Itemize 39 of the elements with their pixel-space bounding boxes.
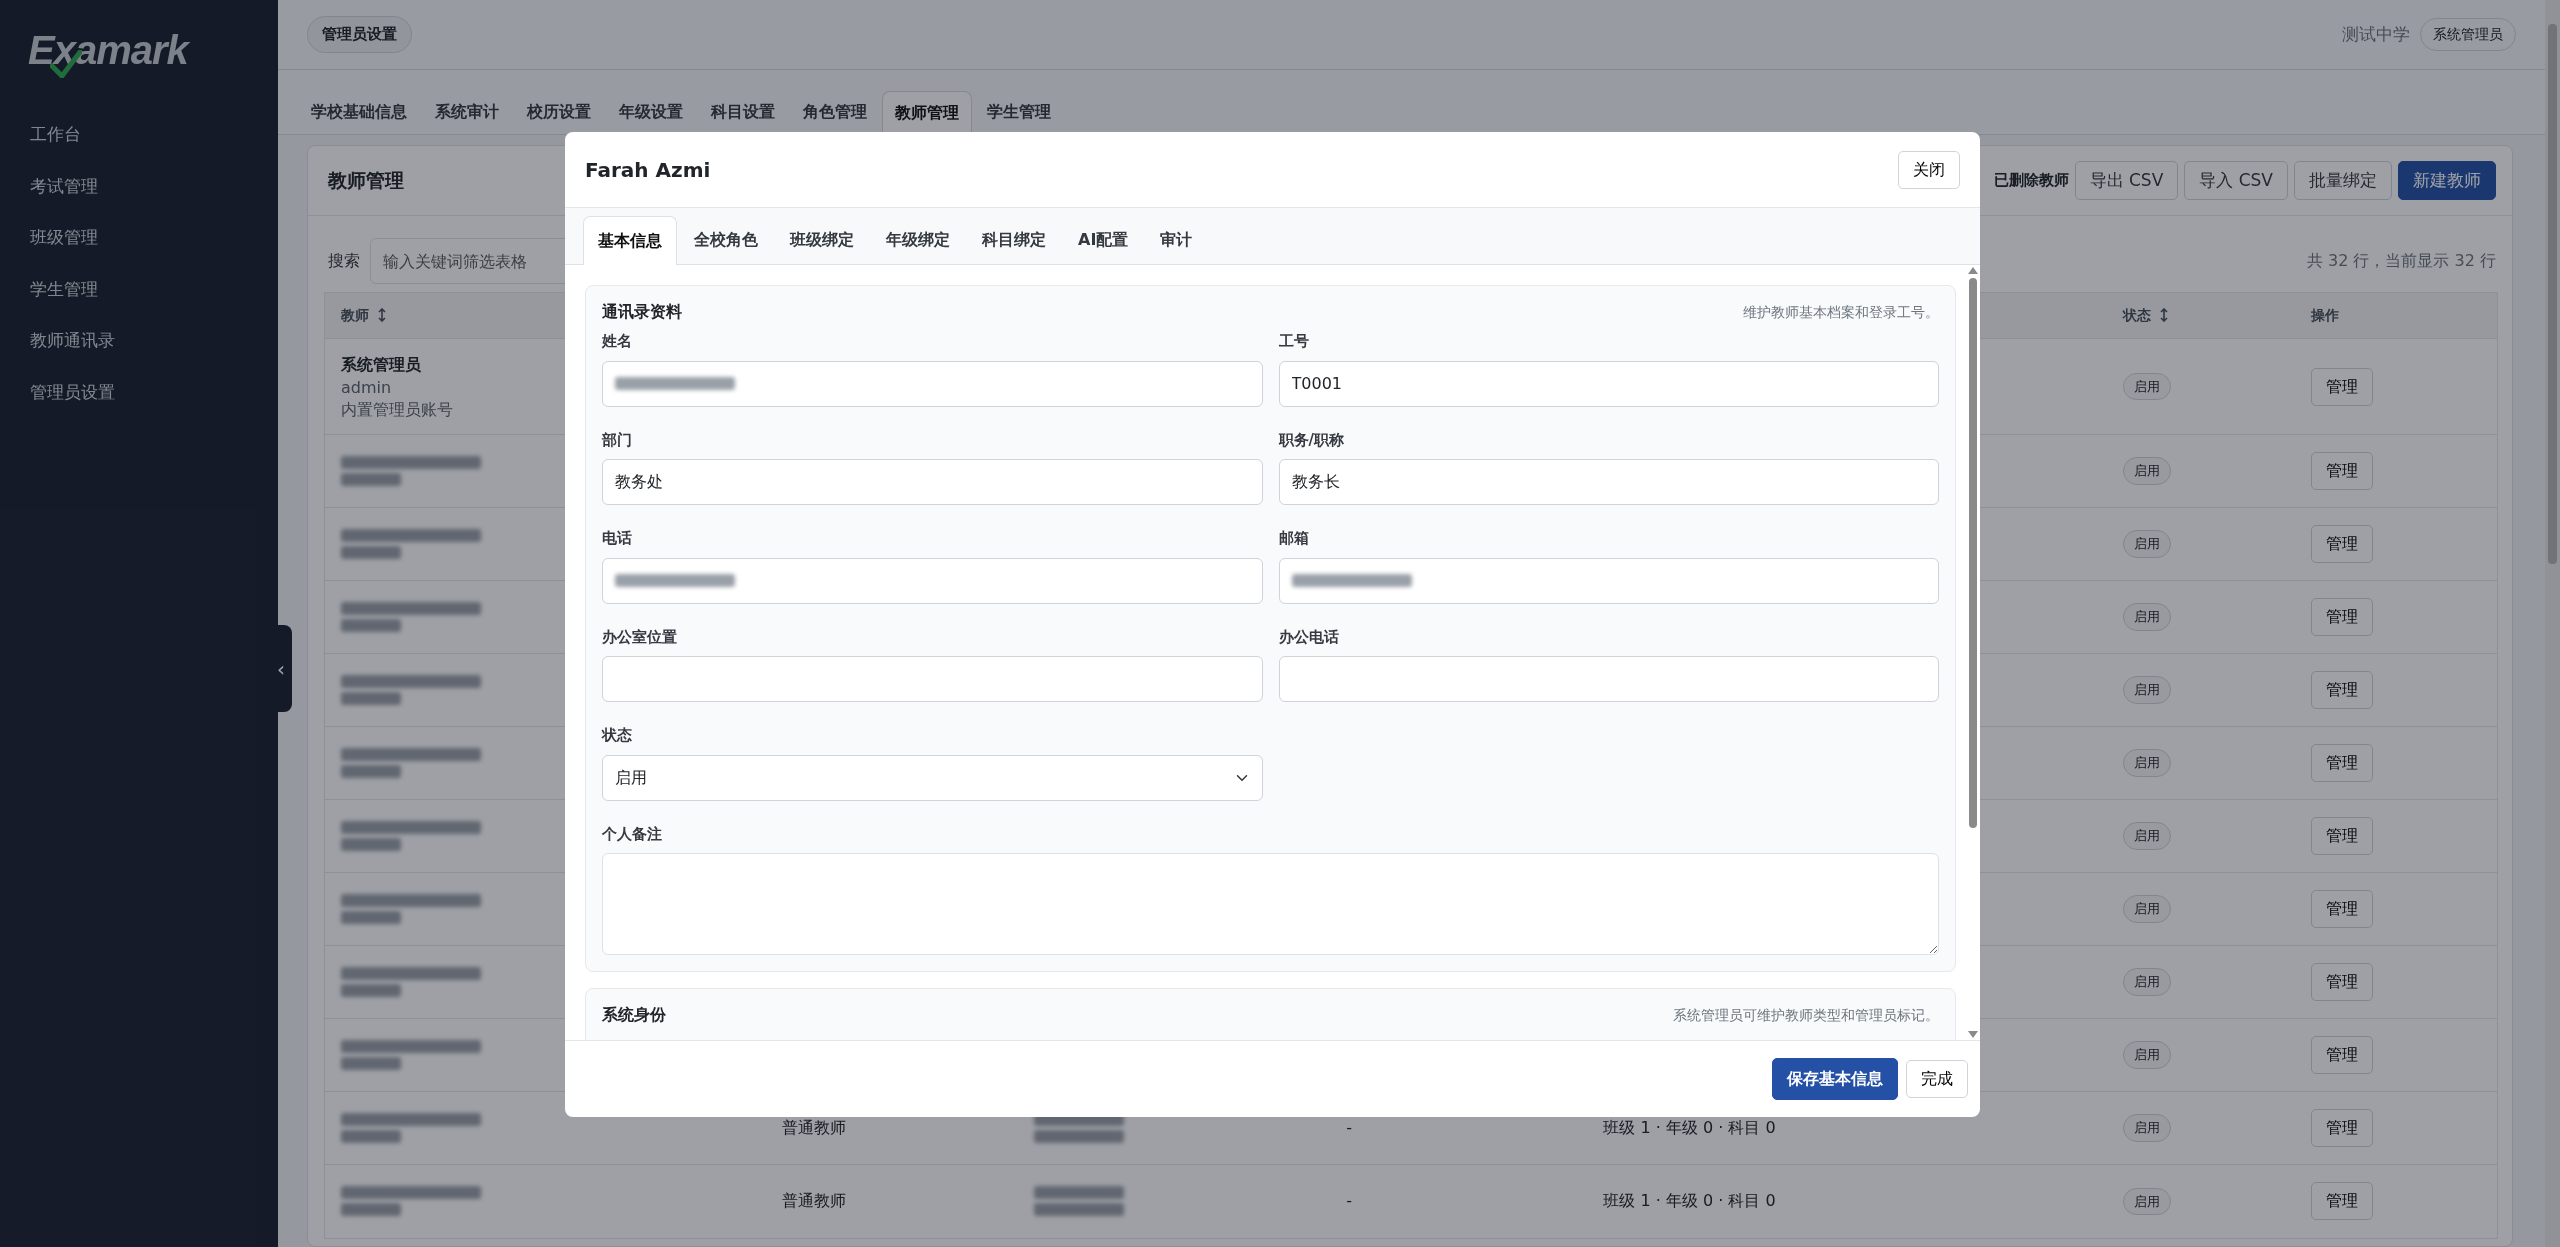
status-badge: 启用 (2122, 822, 2171, 850)
field-label: 电话 (602, 528, 633, 549)
search-label: 搜索 (328, 250, 360, 272)
role-badge: 系统管理员 (2420, 18, 2516, 51)
field-label: 工号 (1278, 331, 1310, 352)
section-hint: 维护教师基本档案和登录工号。 (1743, 302, 1939, 322)
column-header: 操作 (2295, 292, 2497, 339)
status-badge: 启用 (2122, 895, 2171, 923)
field-label: 邮箱 (1278, 528, 1310, 549)
table-cell: - (1330, 1164, 1588, 1238)
status-badge: 启用 (2122, 676, 2171, 704)
field-label: 部门 (602, 429, 633, 451)
field-label: 个人备注 (602, 823, 663, 845)
teacher-note: 内置管理员账号 (341, 398, 453, 421)
school-name: 测试中学 (2342, 22, 2410, 46)
section-hint: 系统管理员可维护教师类型和管理员标记。 (1673, 1005, 1939, 1025)
table-cell: 普通教师 (765, 1164, 1018, 1238)
status-badge: 启用 (2122, 372, 2171, 401)
field-label: 状态 (602, 725, 633, 746)
status-badge: 启用 (2122, 1187, 2171, 1215)
status-badge: 启用 (2122, 530, 2171, 558)
status-badge: 启用 (2122, 1041, 2171, 1069)
table-cell: 班级 1 · 年级 0 · 科目 0 (1587, 1164, 2107, 1238)
logo: Examark (28, 28, 188, 73)
status-badge: 启用 (2122, 1114, 2171, 1142)
section-title: 通讯录资料 (602, 301, 682, 323)
status-badge: 启用 (2122, 603, 2171, 631)
card-title: 教师管理 (328, 169, 404, 192)
teacher-login: admin (341, 376, 392, 399)
status-badge: 启用 (2122, 457, 2171, 485)
status-badge: 启用 (2122, 968, 2171, 996)
field-label: 办公电话 (1278, 626, 1340, 648)
field-label: 职务/职称 (1278, 429, 1345, 451)
section-title: 系统身份 (602, 1004, 666, 1026)
field-label: 办公室位置 (602, 626, 678, 648)
status-badge: 启用 (2122, 749, 2171, 777)
dialog-title: Farah Azmi (585, 157, 711, 182)
teacher-name: 系统管理员 (341, 353, 421, 376)
row-count: 共 32 行，当前显示 32 行 (2306, 250, 2496, 272)
